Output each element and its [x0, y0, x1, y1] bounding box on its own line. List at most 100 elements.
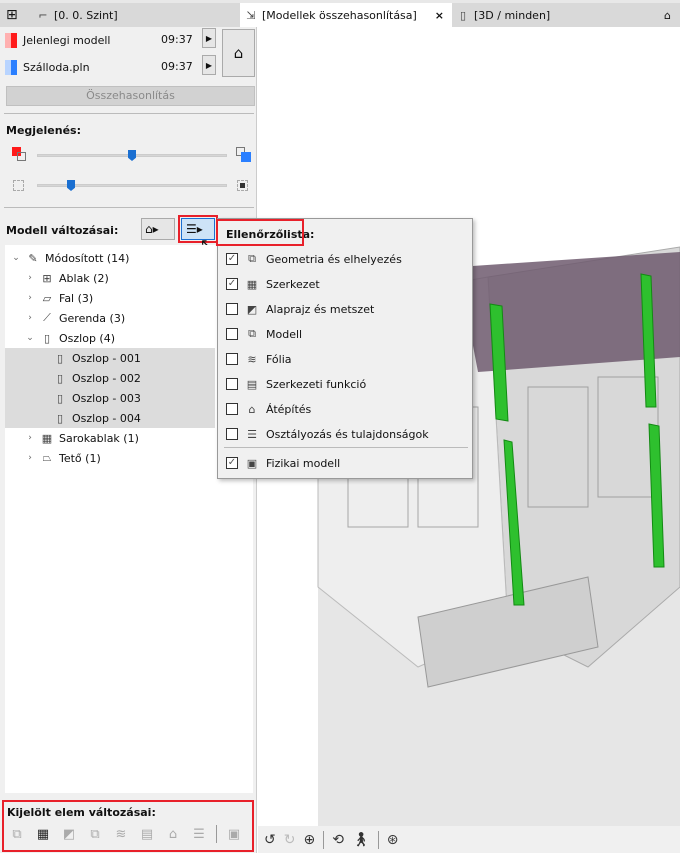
transparency-slider-thumb[interactable] — [67, 180, 75, 191]
corner-window-icon: ▦ — [41, 431, 53, 445]
house-icon: ⌂ — [664, 8, 671, 22]
chevron-down-icon[interactable]: ⌄ — [25, 333, 35, 343]
tree-item[interactable]: ⌄ ✎ Módosított (14) — [5, 248, 215, 268]
checkbox[interactable] — [226, 428, 238, 440]
close-tab-button[interactable]: × — [435, 9, 444, 22]
swap-models-button[interactable]: ⌂ — [222, 29, 255, 77]
tree-item-label: Oszlop - 003 — [72, 391, 141, 405]
model-row-current: Jelenlegi modell — [5, 30, 110, 50]
checklist-item[interactable]: ⧉ Modell — [226, 323, 302, 345]
floor-plan-icon: ⌐ — [38, 8, 48, 22]
tree-item[interactable]: › ▦ Sarokablak (1) — [5, 428, 215, 448]
tree-item-label: Oszlop - 004 — [72, 411, 141, 425]
opaque-icon — [237, 180, 248, 191]
tree-item[interactable]: ▯ Oszlop - 003 — [5, 388, 215, 408]
checklist-item[interactable]: ✓ ⧉ Geometria és elhelyezés — [226, 248, 402, 270]
column-icon: ▯ — [56, 351, 64, 365]
checkbox[interactable] — [226, 328, 238, 340]
highlight-box — [2, 800, 254, 852]
color-swatch — [5, 59, 17, 75]
model-changes-title: Modell változásai: — [6, 224, 119, 237]
tab-3d[interactable]: ▯ [3D / minden] — [452, 3, 652, 27]
appearance-title: Megjelenés: — [6, 124, 81, 137]
tab-more[interactable]: ⌂ — [660, 3, 680, 27]
fit-view-icon[interactable]: ⊛ — [387, 832, 399, 848]
checklist-item[interactable]: ◩ Alaprajz és metszet — [226, 298, 374, 320]
changes-tree: ⌄ ✎ Módosított (14) › ⊞ Ablak (2) › ▱ Fal (3) › ⟋ G… — [5, 245, 253, 793]
classification-icon: ☰ — [247, 427, 257, 441]
divider — [4, 113, 254, 114]
checkbox[interactable] — [226, 403, 238, 415]
viewport-toolbar: ↺ ↻ ⊕ ⟲ 🚶︎ ⊛ — [258, 826, 680, 853]
tree-item-label: Oszlop (4) — [59, 331, 116, 345]
wall-icon: ▱ — [42, 291, 52, 305]
tree-item-label: Módosított (14) — [45, 251, 130, 265]
tree-item-label: Ablak (2) — [59, 271, 109, 285]
tree-item-label: Sarokablak (1) — [59, 431, 139, 445]
tab-floor-plan[interactable]: ⌐ [0. 0. Szint] — [32, 3, 232, 27]
model-menu-button[interactable]: ▶ — [202, 55, 216, 75]
overlay-slider-thumb[interactable] — [128, 150, 136, 161]
chevron-right-icon[interactable]: › — [25, 433, 35, 443]
roof-icon: ⏢ — [42, 451, 52, 464]
checklist-item[interactable]: ☰ Osztályozás és tulajdonságok — [226, 423, 429, 445]
tree-item[interactable]: ▯ Oszlop - 004 — [5, 408, 215, 428]
zoom-in-icon[interactable]: ⊕ — [303, 832, 315, 848]
checkbox[interactable]: ✓ — [226, 457, 238, 469]
filter-button[interactable]: ⌂▸ — [141, 218, 175, 240]
tree-item[interactable]: ⌄ ▯ Oszlop (4) — [5, 328, 215, 348]
model-row-reference: Szálloda.pln — [5, 57, 90, 77]
checklist-item[interactable]: ▤ Szerkezeti funkció — [226, 373, 366, 395]
filter-icon: ⌂▸ — [145, 222, 159, 236]
chevron-down-icon[interactable]: ⌄ — [11, 253, 21, 263]
tree-item[interactable]: ▯ Oszlop - 001 — [5, 348, 215, 368]
chevron-right-icon[interactable]: › — [25, 293, 35, 303]
chevron-right-icon[interactable]: › — [25, 273, 35, 283]
checklist-popup: Ellenőrzőlista: ✓ ⧉ Geometria és elhelyezé… — [216, 218, 473, 479]
undo-view-icon[interactable]: ↺ — [264, 832, 276, 848]
pencil-icon: ✎ — [28, 251, 38, 265]
tree-item[interactable]: ▯ Oszlop - 002 — [5, 368, 215, 388]
column-icon: ▯ — [43, 331, 51, 345]
chevron-right-icon[interactable]: › — [25, 313, 35, 323]
selected-element-changes: Kijelölt elem változásai: ⧉ ▦ ◩ ⧉ ≋ ▤ ⌂ … — [2, 800, 254, 852]
checkbox[interactable]: ✓ — [226, 253, 238, 265]
blue-overlay-icon — [241, 152, 251, 162]
highlight-box — [216, 219, 304, 246]
checklist-item[interactable]: ≋ Fólia — [226, 348, 292, 370]
square-icon — [17, 152, 26, 161]
divider — [4, 207, 254, 208]
beam-icon: ⟋ — [43, 311, 51, 324]
chevron-right-icon[interactable]: › — [25, 453, 35, 463]
checklist-item[interactable]: ✓ ▦ Szerkezet — [226, 273, 320, 295]
tree-item[interactable]: › ⊞ Ablak (2) — [5, 268, 215, 288]
floorplan-section-icon: ◩ — [246, 302, 258, 316]
tree-item-label: Oszlop - 002 — [72, 371, 141, 385]
divider — [323, 830, 325, 849]
checklist-item-physical-model[interactable]: ✓ ▣ Fizikai modell — [226, 452, 340, 474]
tree-item-label: Gerenda (3) — [59, 311, 126, 325]
compare-button[interactable]: Összehasonlítás — [6, 86, 255, 106]
walk-icon[interactable]: 🚶︎ — [352, 832, 370, 848]
transparent-icon — [13, 180, 24, 191]
redo-view-icon[interactable]: ↻ — [284, 832, 296, 848]
tree-item[interactable]: › ⟋ Gerenda (3) — [5, 308, 215, 328]
color-swatch — [5, 32, 17, 48]
tree-item-label: Fal (3) — [59, 291, 94, 305]
checkbox[interactable]: ✓ — [226, 278, 238, 290]
checkbox[interactable] — [226, 353, 238, 365]
orbit-icon[interactable]: ⟲ — [332, 832, 344, 848]
tree-item[interactable]: › ⏢ Tető (1) — [5, 448, 215, 468]
layer-icon: ≋ — [247, 352, 257, 366]
checkbox[interactable] — [226, 303, 238, 315]
model-menu-button[interactable]: ▶ — [202, 28, 216, 48]
tab-model-compare[interactable]: ⇲ [Modellek összehasonlítása] × — [240, 3, 452, 27]
checkbox[interactable] — [226, 378, 238, 390]
transparency-slider[interactable] — [37, 184, 227, 187]
tree-item[interactable]: › ▱ Fal (3) — [5, 288, 215, 308]
checklist-item[interactable]: ⌂ Átépítés — [226, 398, 311, 420]
divider — [224, 447, 468, 448]
view-grid-button[interactable]: ⊞ — [2, 3, 32, 27]
model-icon: ⧉ — [248, 327, 256, 340]
renovation-icon: ⌂ — [248, 402, 256, 416]
